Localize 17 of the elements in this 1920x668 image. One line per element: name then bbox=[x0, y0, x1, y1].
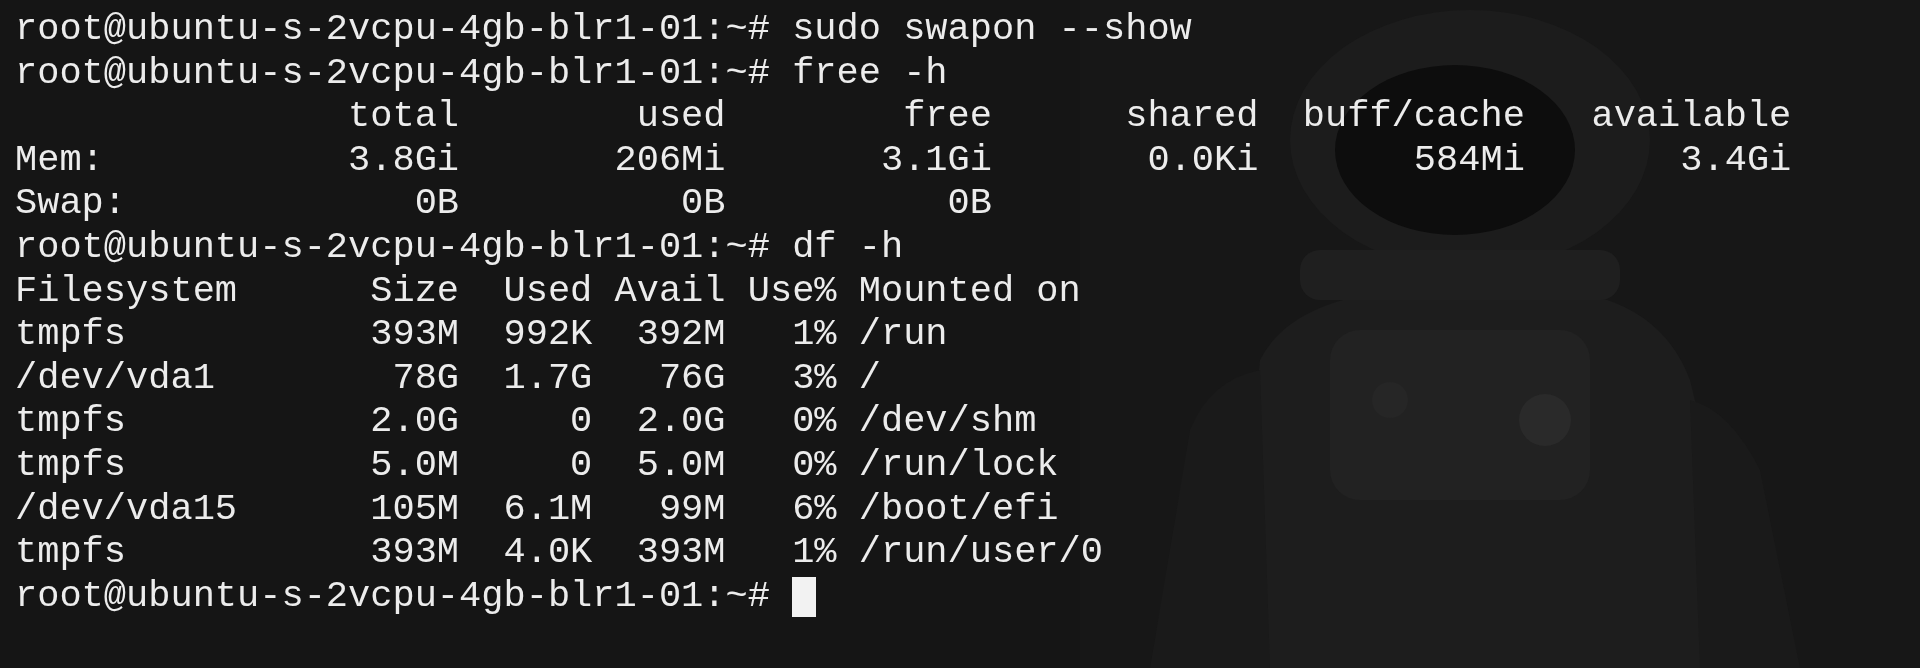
output-line: Swap: 0B 0B 0B bbox=[15, 182, 992, 226]
prompt-text: root@ubuntu-s-2vcpu-4gb-blr1-01:~# bbox=[15, 8, 770, 52]
command-text: sudo swapon --show bbox=[792, 8, 1192, 52]
output-line: /dev/vda1 78G 1.7G 76G 3% / bbox=[15, 356, 881, 401]
prompt-text: root@ubuntu-s-2vcpu-4gb-blr1-01:~# bbox=[15, 574, 770, 619]
output-line: Filesystem Size Used Avail Use% Mounted on bbox=[15, 269, 1081, 314]
prompt-text: root@ubuntu-s-2vcpu-4gb-blr1-01:~# bbox=[15, 225, 770, 270]
output-line: tmpfs 393M 992K 392M 1% /run bbox=[15, 313, 948, 357]
output-line: Mem: 3.8Gi 206Mi 3.1Gi 0.0Ki 584Mi 3.4Gi bbox=[15, 138, 1792, 183]
command-text: free -h bbox=[792, 51, 948, 96]
output-line: tmpfs 5.0M 0 5.0M 0% /run/lock bbox=[15, 443, 1059, 488]
output-line: /dev/vda15 105M 6.1M 99M 6% /boot/efi bbox=[15, 487, 1059, 532]
prompt-text: root@ubuntu-s-2vcpu-4gb-blr1-01:~# bbox=[15, 51, 770, 96]
output-line: tmpfs 393M 4.0K 393M 1% /run/user/0 bbox=[15, 531, 1103, 575]
command-text: df -h bbox=[792, 225, 904, 270]
output-line: total used free shared buff/cache available bbox=[347, 95, 1792, 139]
output-line: tmpfs 2.0G 0 2.0G 0% /dev/shm bbox=[15, 400, 1037, 444]
